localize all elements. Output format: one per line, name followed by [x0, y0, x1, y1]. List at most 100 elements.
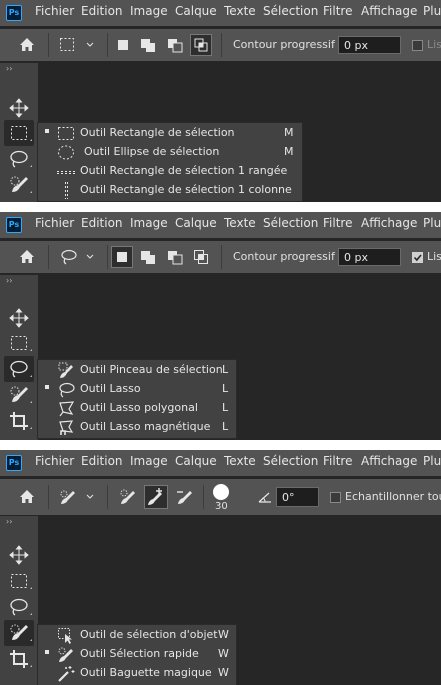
menu-filtre[interactable]: Filtre — [323, 216, 352, 230]
flyout-item-label: Outil de sélection d'objet — [80, 628, 218, 641]
flyout-item-shortcut: M — [284, 126, 294, 139]
home-icon[interactable] — [19, 249, 35, 264]
quick-selection-preset-icon[interactable] — [60, 488, 98, 506]
flyout-item-rectangle-marquee[interactable]: Outil Rectangle de sélection M — [38, 124, 302, 143]
brush-size-value: 30 — [215, 501, 228, 512]
marquee-tool[interactable] — [4, 330, 34, 356]
new-brush-selection-icon[interactable] — [119, 488, 139, 506]
angle-icon — [258, 491, 272, 503]
quick-selection-icon — [57, 646, 75, 663]
flyout-item-label: Outil Lasso — [80, 382, 141, 395]
quick-selection-tool[interactable] — [4, 382, 34, 408]
menu-image[interactable]: Image — [130, 4, 168, 18]
subtract-selection-icon[interactable] — [168, 251, 183, 265]
marquee-tool[interactable] — [4, 120, 34, 146]
crop-tool[interactable] — [4, 646, 34, 672]
intersect-selection-icon[interactable] — [190, 34, 212, 56]
lasso-preset-icon[interactable] — [60, 249, 98, 265]
menu-selection[interactable]: Sélection — [263, 216, 318, 230]
flyout-item-magnetic-lasso[interactable]: Outil Lasso magnétique L — [38, 418, 236, 437]
new-selection-icon[interactable] — [118, 40, 128, 50]
menu-selection[interactable]: Sélection — [263, 4, 318, 18]
flyout-item-single-row-marquee[interactable]: Outil Rectangle de sélection 1 rangée — [38, 162, 302, 181]
magnetic-lasso-icon — [57, 419, 75, 436]
menu-affichage[interactable]: Affichage — [361, 4, 417, 18]
menu-affichage[interactable]: Affichage — [361, 216, 417, 230]
menu-filtre[interactable]: Filtre — [323, 454, 352, 468]
flyout-item-label: Outil Ellipse de sélection — [84, 145, 220, 158]
marquee-preset-icon[interactable] — [60, 38, 98, 52]
flyout-item-single-column-marquee[interactable]: Outil Rectangle de sélection 1 colonne — [38, 181, 302, 200]
menu-bar: Ps Fichier Edition Image Calque Texte Sé… — [0, 0, 441, 26]
menu-edition[interactable]: Edition — [81, 4, 123, 18]
menu-calque[interactable]: Calque — [175, 216, 217, 230]
add-brush-selection-icon[interactable] — [144, 485, 168, 509]
brush-size-circle-icon[interactable] — [212, 483, 230, 501]
angle-input[interactable]: 0° — [276, 487, 319, 507]
sample-all-layers-checkbox[interactable] — [330, 492, 341, 503]
menu-plugins[interactable]: Plug — [423, 216, 441, 230]
quick-selection-tool[interactable] — [4, 620, 34, 646]
add-selection-icon[interactable] — [141, 251, 155, 264]
home-icon[interactable] — [19, 37, 35, 52]
move-tool[interactable] — [4, 305, 34, 331]
flyout-item-selection-brush[interactable]: Outil Pinceau de sélection L — [38, 361, 236, 380]
menu-calque[interactable]: Calque — [175, 4, 217, 18]
menu-edition[interactable]: Edition — [81, 454, 123, 468]
antialias-checkbox[interactable] — [412, 252, 423, 263]
lasso-tool[interactable] — [4, 356, 34, 382]
menu-selection[interactable]: Sélection — [263, 454, 318, 468]
collapse-icon[interactable]: ›› — [6, 64, 12, 73]
menu-filtre[interactable]: Filtre — [323, 4, 352, 18]
antialias-label: Lis — [427, 250, 441, 263]
flyout-item-polygonal-lasso[interactable]: Outil Lasso polygonal L — [38, 399, 236, 418]
marquee-tool[interactable] — [4, 568, 34, 594]
subtract-brush-selection-icon[interactable] — [176, 488, 196, 506]
marquee-flyout-menu: Outil Rectangle de sélection M Outil Ell… — [37, 122, 303, 202]
menu-fichier[interactable]: Fichier — [35, 454, 74, 468]
add-selection-icon[interactable] — [141, 39, 155, 52]
collapse-icon[interactable]: ›› — [6, 276, 12, 285]
feather-input[interactable]: 0 px — [338, 36, 401, 54]
flyout-item-quick-selection[interactable]: Outil Sélection rapide W — [38, 645, 236, 664]
move-tool[interactable] — [4, 95, 34, 121]
flyout-item-label: Outil Rectangle de sélection 1 colonne — [80, 183, 292, 196]
flyout-item-lasso[interactable]: Outil Lasso L — [38, 380, 236, 399]
menu-fichier[interactable]: Fichier — [35, 216, 74, 230]
subtract-selection-icon[interactable] — [168, 39, 183, 53]
lasso-icon — [57, 381, 75, 398]
new-selection-icon[interactable] — [111, 246, 133, 268]
menu-plugins[interactable]: Plug — [423, 4, 441, 18]
antialias-checkbox[interactable] — [412, 40, 423, 51]
flyout-item-ellipse-marquee[interactable]: Outil Ellipse de sélection M — [38, 143, 302, 162]
home-icon[interactable] — [19, 489, 35, 504]
intersect-selection-icon[interactable] — [194, 250, 208, 264]
menu-plugins[interactable]: Plug — [423, 454, 441, 468]
feather-input[interactable]: 0 px — [338, 248, 401, 266]
menu-affichage[interactable]: Affichage — [361, 454, 417, 468]
menu-image[interactable]: Image — [130, 454, 168, 468]
tools-panel: ›› — [0, 63, 38, 202]
object-selection-icon — [57, 627, 75, 644]
menu-texte[interactable]: Texte — [224, 216, 256, 230]
lasso-tool[interactable] — [4, 594, 34, 620]
crop-tool[interactable] — [4, 408, 34, 434]
options-bar: 30 0° Echantillonner tous — [0, 479, 441, 515]
collapse-icon[interactable]: ›› — [6, 517, 12, 526]
menu-texte[interactable]: Texte — [224, 454, 256, 468]
lasso-flyout-menu: Outil Pinceau de sélection L Outil Lasso… — [37, 359, 237, 439]
flyout-item-shortcut: M — [284, 145, 294, 158]
menu-fichier[interactable]: Fichier — [35, 4, 74, 18]
menu-calque[interactable]: Calque — [175, 454, 217, 468]
move-tool[interactable] — [4, 542, 34, 568]
lasso-tool[interactable] — [4, 146, 34, 172]
selected-indicator — [45, 650, 49, 654]
menu-edition[interactable]: Edition — [81, 216, 123, 230]
menu-texte[interactable]: Texte — [224, 4, 256, 18]
flyout-item-magic-wand[interactable]: Outil Baguette magique W — [38, 664, 236, 683]
quick-selection-tool[interactable] — [4, 172, 34, 198]
photoshop-logo: Ps — [6, 5, 22, 21]
flyout-item-object-selection[interactable]: Outil de sélection d'objet W — [38, 626, 236, 645]
magic-wand-icon — [57, 665, 75, 682]
menu-image[interactable]: Image — [130, 216, 168, 230]
